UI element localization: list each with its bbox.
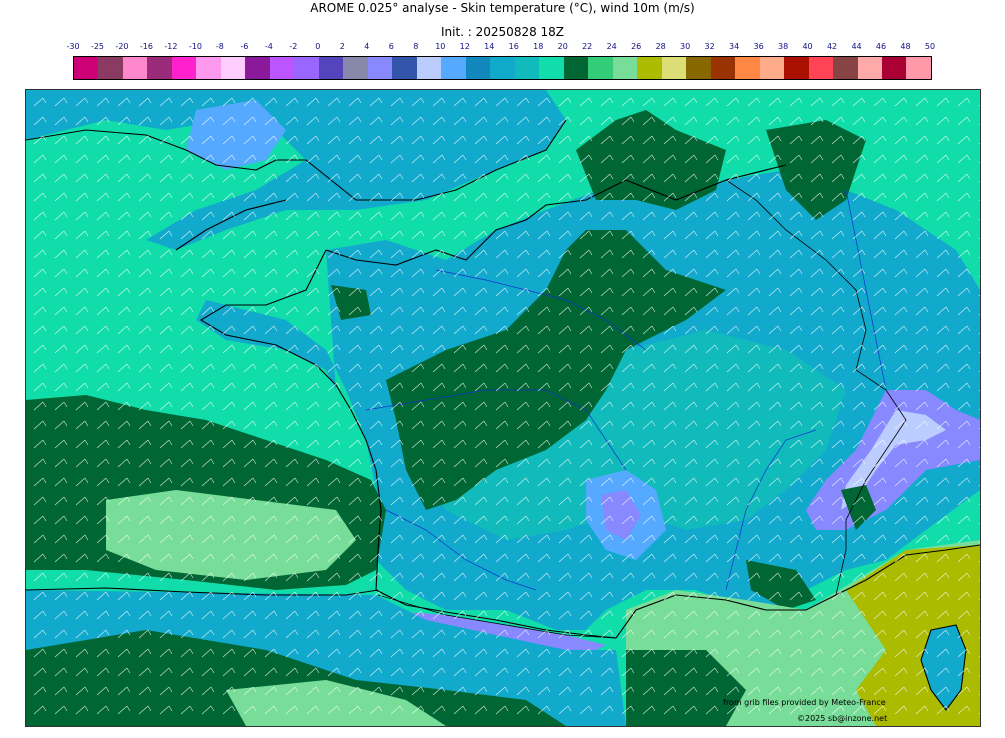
colorbar-tick-label: 46 <box>875 42 887 51</box>
colorbar-tick-label: -4 <box>264 42 273 51</box>
colorbar-tick-label: 42 <box>826 42 838 51</box>
colorbar-swatch <box>147 57 172 79</box>
data-source-credit: from grib files provided by Meteo-France <box>723 698 886 707</box>
colorbar-swatch <box>171 57 197 79</box>
colorbar-tick-label: 2 <box>339 42 345 51</box>
colorbar-tick-label: 36 <box>753 42 764 51</box>
colorbar-tick-label: -8 <box>215 42 224 51</box>
colorbar-swatch <box>906 57 931 79</box>
colorbar-swatch <box>465 57 491 79</box>
colorbar-tick-label: 16 <box>508 42 519 51</box>
colorbar-tick-label: 14 <box>484 42 495 51</box>
colorbar-swatch <box>441 57 466 79</box>
colorbar-swatch <box>367 57 393 79</box>
colorbar-tick-label: 4 <box>364 42 370 51</box>
copyright-credit: ©2025 sb@inzone.net <box>797 714 888 723</box>
colorbar-tick-label: 0 <box>315 42 321 51</box>
colorbar-swatch <box>612 57 638 79</box>
colorbar-tick-label: 26 <box>631 42 642 51</box>
colorbar-tick-label: 38 <box>777 42 789 51</box>
colorbar-swatch <box>98 57 123 79</box>
colorbar-tick-label: 12 <box>459 42 470 51</box>
colorbar-swatch <box>881 57 907 79</box>
colorbar-tick-label: -10 <box>188 42 202 51</box>
temperature-map <box>26 90 980 726</box>
colorbar-swatch <box>74 57 99 79</box>
colorbar <box>73 56 932 80</box>
colorbar-swatch <box>245 57 270 79</box>
colorbar-tick-label: -12 <box>164 42 178 51</box>
colorbar-swatch <box>808 57 834 79</box>
chart-title: AROME 0.025° analyse - Skin temperature … <box>310 1 695 15</box>
colorbar-swatch <box>269 57 295 79</box>
colorbar-tick-label: 30 <box>680 42 691 51</box>
colorbar-swatch <box>514 57 540 79</box>
colorbar-tick-label: -2 <box>289 42 298 51</box>
colorbar-tick-label: 6 <box>388 42 394 51</box>
colorbar-tick-label: -25 <box>90 42 105 51</box>
colorbar-swatch <box>416 57 442 79</box>
colorbar-swatch <box>343 57 368 79</box>
colorbar-swatch <box>784 57 809 79</box>
colorbar-tick-label: 10 <box>435 42 446 51</box>
colorbar-tick-label: 24 <box>606 42 617 51</box>
colorbar-swatch <box>539 57 564 79</box>
colorbar-tick-label: 40 <box>802 42 813 51</box>
map-panel <box>25 89 981 727</box>
colorbar-tick-label: 18 <box>533 42 544 51</box>
colorbar-tick-label: 22 <box>582 42 593 51</box>
colorbar-swatch <box>563 57 589 79</box>
colorbar-tick-label: 50 <box>924 42 936 51</box>
colorbar-swatch <box>661 57 687 79</box>
colorbar-tick-label: 48 <box>900 42 911 51</box>
colorbar-tick-label: 32 <box>704 42 715 51</box>
colorbar-swatch <box>588 57 613 79</box>
colorbar-swatch <box>196 57 221 79</box>
colorbar-swatch <box>759 57 785 79</box>
colorbar-swatch <box>392 57 417 79</box>
colorbar-swatch <box>637 57 662 79</box>
colorbar-swatch <box>318 57 344 79</box>
colorbar-tick-label: -20 <box>115 42 129 51</box>
colorbar-swatch <box>122 57 148 79</box>
colorbar-tick-label: -6 <box>240 42 249 51</box>
colorbar-swatch <box>735 57 760 79</box>
colorbar-tick-label: 44 <box>851 42 862 51</box>
colorbar-tick-label: -30 <box>66 42 80 51</box>
colorbar-swatch <box>220 57 246 79</box>
colorbar-tick-label: 8 <box>413 42 419 51</box>
colorbar-tick-label: 28 <box>655 42 666 51</box>
colorbar-swatch <box>294 57 319 79</box>
init-time: Init. : 20250828 18Z <box>440 25 565 39</box>
colorbar-swatch <box>833 57 858 79</box>
colorbar-swatch <box>710 57 736 79</box>
colorbar-tick-label: -16 <box>139 42 153 51</box>
colorbar-swatch <box>686 57 711 79</box>
colorbar-swatch <box>490 57 515 79</box>
colorbar-ticks: -30 -25 -20 -16 -12 -10 -8 -6 -4 -2 0 2 4 6 8 10 12 14 16 1… <box>66 42 936 54</box>
colorbar-swatch <box>857 57 882 79</box>
colorbar-tick-label: 34 <box>729 42 740 51</box>
colorbar-tick-label: 20 <box>557 42 568 51</box>
